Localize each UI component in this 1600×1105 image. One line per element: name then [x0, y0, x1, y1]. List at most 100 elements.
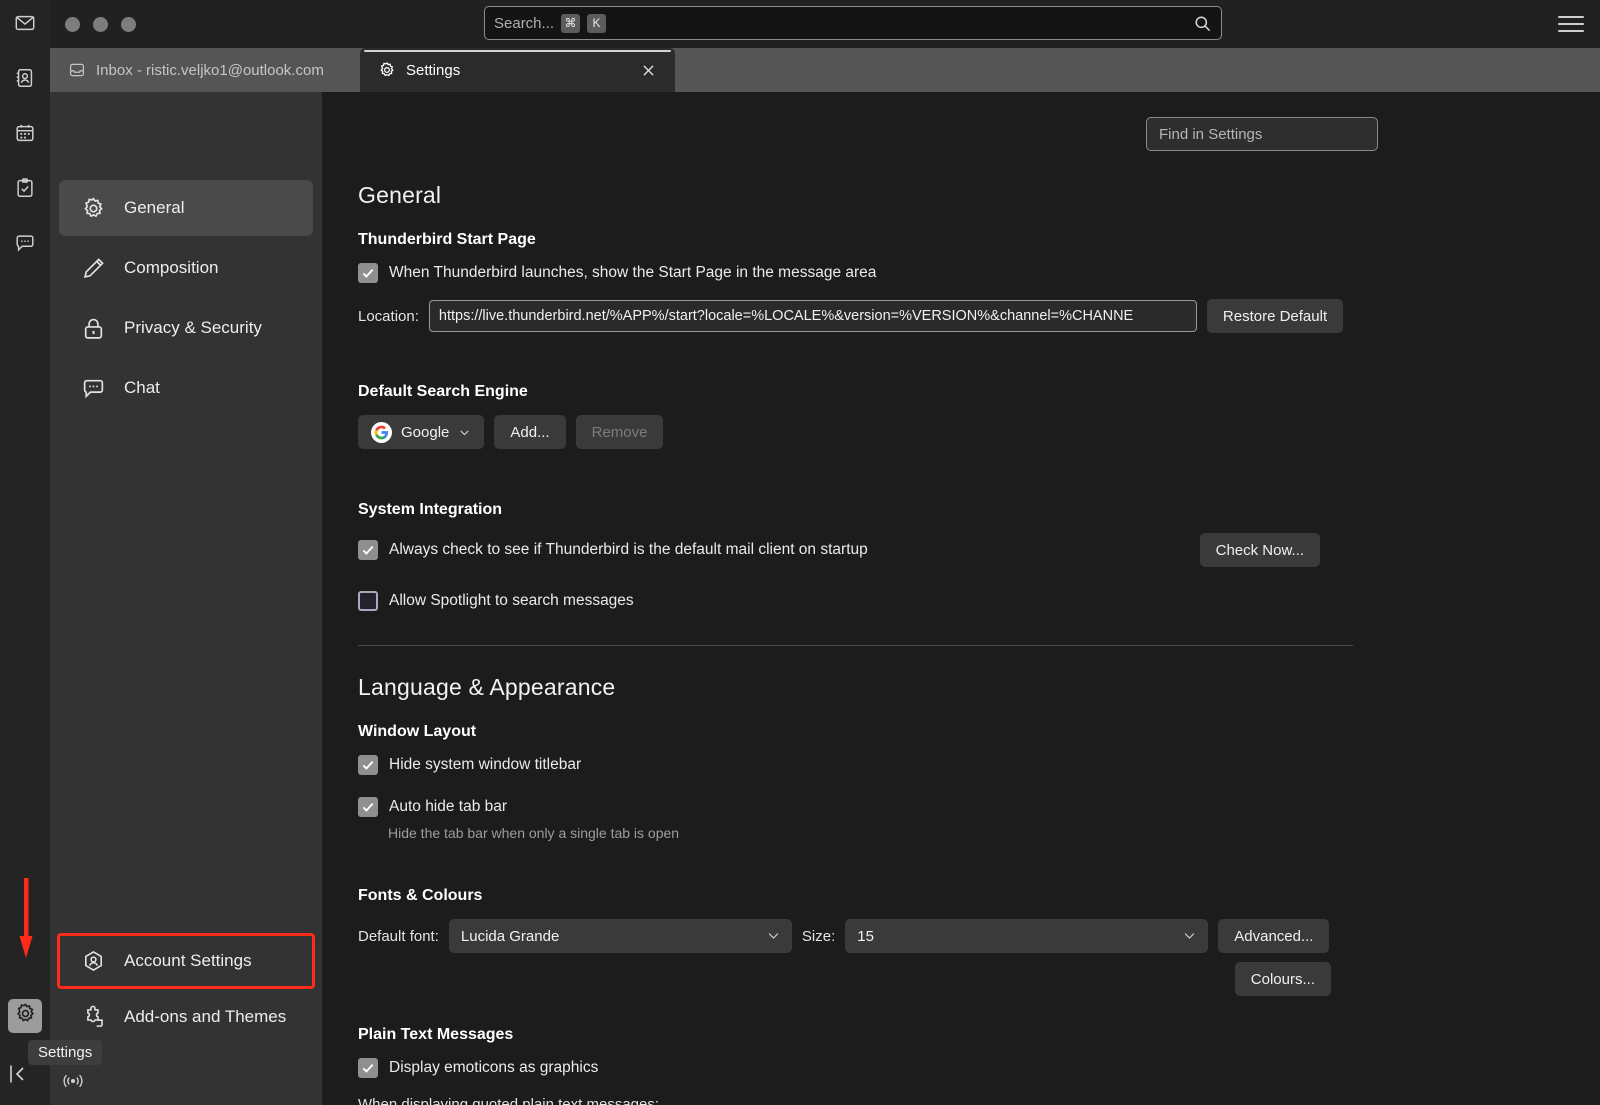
default-font-value: Lucida Grande — [461, 928, 559, 945]
quoted-plain-text-label: When displaying quoted plain text messag… — [358, 1096, 1600, 1105]
rail-item-settings[interactable] — [8, 999, 42, 1033]
start-page-location-row: Location: https://live.thunderbird.net/%… — [358, 299, 1600, 333]
page-title: General — [358, 182, 1600, 209]
calendar-icon — [14, 122, 36, 149]
tab-bar: Inbox - ristic.veljko1@outlook.com Setti… — [50, 48, 1600, 92]
envelope-icon — [14, 12, 36, 39]
thunderbird-window: Settings Search... ⌘ K — [0, 0, 1600, 1105]
add-search-engine-button[interactable]: Add... — [494, 415, 565, 449]
emoticons-checkbox-label: Display emoticons as graphics — [389, 1059, 598, 1077]
keycap-command: ⌘ — [561, 14, 580, 33]
sidebar-item-chat[interactable]: Chat — [59, 360, 313, 416]
sidebar-item-privacy-security[interactable]: Privacy & Security — [59, 300, 313, 356]
font-size-label: Size: — [802, 928, 835, 945]
sidebar-item-general[interactable]: General — [59, 180, 313, 236]
hide-titlebar-checkbox-row[interactable]: Hide system window titlebar — [358, 755, 1600, 775]
section-title-language-appearance: Language & Appearance — [358, 674, 1600, 701]
location-input[interactable]: https://live.thunderbird.net/%APP%/start… — [429, 300, 1197, 332]
general-settings-body: General Thunderbird Start Page When Thun… — [322, 92, 1600, 1105]
default-client-checkbox-label: Always check to see if Thunderbird is th… — [389, 541, 868, 559]
advanced-fonts-button[interactable]: Advanced... — [1218, 919, 1329, 953]
tab-label: Inbox - ristic.veljko1@outlook.com — [96, 62, 324, 79]
app-menu-button[interactable] — [1558, 12, 1584, 36]
google-logo-icon — [371, 422, 392, 443]
minimize-window-button[interactable] — [93, 17, 108, 32]
gear-icon — [378, 61, 396, 79]
chevron-down-icon — [1182, 928, 1197, 943]
sidebar-item-label: Account Settings — [124, 951, 252, 971]
start-page-checkbox-row[interactable]: When Thunderbird launches, show the Star… — [358, 263, 1600, 283]
font-size-select[interactable]: 15 — [845, 919, 1208, 953]
spotlight-checkbox-row[interactable]: Allow Spotlight to search messages — [358, 591, 1600, 611]
colours-row: Colours... — [358, 962, 1353, 996]
sidebar-item-account-settings[interactable]: Account Settings — [59, 935, 313, 987]
colours-button[interactable]: Colours... — [1235, 962, 1331, 996]
hide-titlebar-checkbox[interactable] — [358, 755, 378, 775]
hamburger-line — [1558, 16, 1584, 18]
default-client-checkbox-row[interactable]: Always check to see if Thunderbird is th… — [358, 540, 868, 560]
sidebar-item-label: Privacy & Security — [124, 318, 262, 338]
collapse-panel-icon[interactable] — [8, 1062, 28, 1091]
find-in-settings-placeholder: Find in Settings — [1159, 126, 1262, 143]
tab-settings[interactable]: Settings — [360, 48, 675, 92]
spotlight-checkbox[interactable] — [358, 591, 378, 611]
tab-label: Settings — [406, 62, 460, 79]
fonts-row: Default font: Lucida Grande Size: 15 Adv… — [358, 919, 1600, 953]
rail-item-tasks[interactable] — [8, 173, 42, 207]
emoticons-checkbox-row[interactable]: Display emoticons as graphics — [358, 1058, 1600, 1078]
default-font-select[interactable]: Lucida Grande — [449, 919, 792, 953]
sidebar-item-label: Composition — [124, 258, 219, 278]
inbox-icon — [68, 61, 86, 79]
remove-search-engine-button: Remove — [576, 415, 664, 449]
address-book-icon — [14, 67, 36, 94]
auto-hide-tabbar-checkbox-label: Auto hide tab bar — [389, 798, 507, 816]
sidebar-item-addons-themes[interactable]: Add-ons and Themes — [59, 991, 313, 1043]
default-font-label: Default font: — [358, 928, 439, 945]
section-heading-plain-text: Plain Text Messages — [358, 1026, 1600, 1044]
global-search-bar[interactable]: Search... ⌘ K — [484, 6, 1222, 40]
section-heading-fonts-colours: Fonts & Colours — [358, 887, 1600, 905]
tab-inbox[interactable]: Inbox - ristic.veljko1@outlook.com — [50, 48, 360, 92]
auto-hide-tabbar-checkbox-row[interactable]: Auto hide tab bar — [358, 797, 1600, 817]
font-size-value: 15 — [857, 928, 874, 945]
section-heading-window-layout: Window Layout — [358, 723, 1600, 741]
rail-item-chat[interactable] — [8, 228, 42, 262]
chevron-down-icon — [766, 928, 781, 943]
rail-item-mail[interactable] — [8, 8, 42, 42]
chat-bubble-icon — [14, 232, 36, 259]
close-window-button[interactable] — [65, 17, 80, 32]
check-now-button[interactable]: Check Now... — [1200, 533, 1320, 567]
settings-tooltip: Settings — [28, 1040, 102, 1065]
section-divider — [358, 645, 1353, 646]
zoom-window-button[interactable] — [121, 17, 136, 32]
hide-titlebar-checkbox-label: Hide system window titlebar — [389, 756, 581, 774]
sidebar-item-composition[interactable]: Composition — [59, 240, 313, 296]
close-icon[interactable] — [640, 62, 657, 79]
start-page-checkbox-label: When Thunderbird launches, show the Star… — [389, 264, 876, 282]
rail-item-calendar[interactable] — [8, 118, 42, 152]
location-label: Location: — [358, 308, 419, 325]
auto-hide-tabbar-checkbox[interactable] — [358, 797, 378, 817]
search-engine-dropdown[interactable]: Google — [358, 415, 484, 449]
restore-default-button[interactable]: Restore Default — [1207, 299, 1343, 333]
title-bar: Search... ⌘ K — [50, 0, 1600, 48]
section-heading-search-engine: Default Search Engine — [358, 383, 1600, 401]
section-heading-start-page: Thunderbird Start Page — [358, 231, 1600, 249]
find-in-settings-input[interactable]: Find in Settings — [1146, 117, 1378, 151]
default-client-checkbox[interactable] — [358, 540, 378, 560]
settings-nav-pane: General Composition Privacy & Security — [50, 92, 322, 1105]
spotlight-checkbox-label: Allow Spotlight to search messages — [389, 592, 634, 610]
annotation-arrow-icon — [18, 878, 34, 960]
pencil-icon — [81, 256, 106, 281]
rail-item-address-book[interactable] — [8, 63, 42, 97]
keycap-k: K — [587, 14, 606, 33]
search-icon[interactable] — [1193, 14, 1212, 33]
lock-icon — [81, 316, 106, 341]
chevron-down-icon — [458, 426, 471, 439]
auto-hide-tabbar-hint: Hide the tab bar when only a single tab … — [388, 825, 1600, 841]
gear-icon — [81, 196, 106, 221]
emoticons-checkbox[interactable] — [358, 1058, 378, 1078]
start-page-checkbox[interactable] — [358, 263, 378, 283]
section-heading-system-integration: System Integration — [358, 501, 1600, 519]
chat-bubble-icon — [81, 376, 106, 401]
